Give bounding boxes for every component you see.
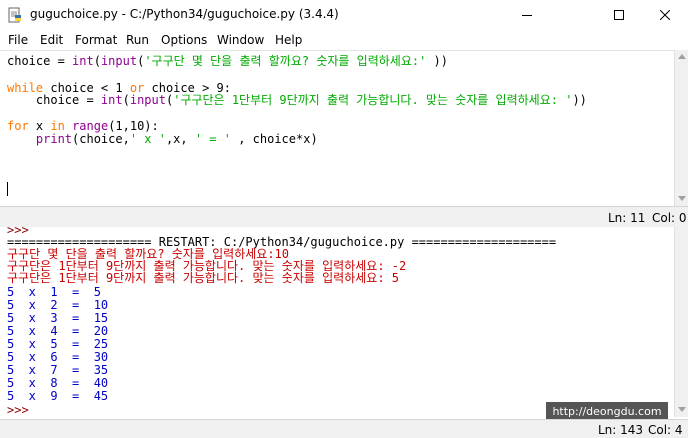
code-token: range xyxy=(72,119,109,133)
line-number: Ln: 143 xyxy=(598,423,644,437)
code-token: print xyxy=(35,132,73,146)
editor-scrollbar[interactable] xyxy=(674,50,688,206)
result-line: 5 x 9 = 45 xyxy=(7,389,109,403)
scroll-down-arrow-icon[interactable] xyxy=(678,196,686,201)
code-token: ( xyxy=(93,54,101,68)
menu-help[interactable]: Help xyxy=(275,33,302,47)
code-line-4: choice = int(input('구구단은 1단부터 9단까지 출력 가능… xyxy=(7,93,587,107)
code-token: ( xyxy=(122,93,130,107)
code-token: '구구단 몇 단을 출력 할까요? 숫자를 입력하세요:' xyxy=(144,54,427,68)
shell-scrollbar[interactable] xyxy=(674,227,688,417)
watermark: http://deongdu.com xyxy=(546,402,668,420)
code-token: int xyxy=(72,54,94,68)
shell-status-bar: Ln: 143 Col: 4 xyxy=(0,419,688,438)
python-file-icon xyxy=(7,7,23,23)
maximize-button[interactable] xyxy=(596,0,642,30)
code-line-7: print(choice,' x ',x, ' = ' , choice*x) xyxy=(7,132,318,146)
shell-prompt: >>> xyxy=(7,403,29,417)
code-token: ,x, xyxy=(165,132,195,146)
code-token: '구구단은 1단부터 9단까지 출력 가능합니다. 맞는 숫자를 입력하세요: … xyxy=(173,93,573,107)
shell-text: 구구단은 1단부터 9단까지 출력 가능합니다. 맞는 숫자를 입력하세요: 5 xyxy=(7,271,400,285)
code-token: for xyxy=(7,119,29,133)
menu-options[interactable]: Options xyxy=(161,33,207,47)
code-token: input xyxy=(129,93,166,107)
code-token: (1,10): xyxy=(108,119,159,133)
result-line: 5 x 1 = 5 xyxy=(7,285,101,299)
column-number: Col: 0 xyxy=(652,211,687,225)
result-line: 5 x 5 = 25 xyxy=(7,337,109,351)
code-token: choice = xyxy=(7,54,73,68)
text-cursor xyxy=(7,182,8,196)
code-token: choice = xyxy=(7,93,101,107)
result-line: 5 x 4 = 20 xyxy=(7,324,109,338)
minimize-button[interactable] xyxy=(504,0,550,30)
code-token: int xyxy=(100,93,123,107)
result-line: 5 x 6 = 30 xyxy=(7,350,109,364)
title-bar: guguchoice.py - C:/Python34/guguchoice.p… xyxy=(0,0,688,30)
shell-output[interactable]: >>> ==================== RESTART: C:/Pyt… xyxy=(0,224,674,417)
code-token: ' x ' xyxy=(129,132,166,146)
code-token: )) xyxy=(426,54,449,68)
code-token: input xyxy=(100,54,138,68)
column-number: Col: 4 xyxy=(648,423,683,437)
code-token: )) xyxy=(572,93,587,107)
result-line: 5 x 3 = 15 xyxy=(7,311,109,325)
code-line-1: choice = int(input('구구단 몇 단을 출력 할까요? 숫자를… xyxy=(7,54,448,68)
scroll-up-arrow-icon[interactable] xyxy=(678,54,686,59)
close-button[interactable] xyxy=(642,0,688,30)
menu-file[interactable]: File xyxy=(8,33,28,47)
code-line-6: for x in range(1,10): xyxy=(7,119,159,133)
menu-bar: File Edit Format Run Options Window Help xyxy=(0,30,688,50)
menu-window[interactable]: Window xyxy=(217,33,264,47)
shell-input-line: 구구단은 1단부터 9단까지 출력 가능합니다. 맞는 숫자를 입력하세요: 5 xyxy=(7,272,399,284)
code-token: ' = ' xyxy=(194,132,231,146)
editor-status-bar: Ln: 11 Col: 0 xyxy=(0,206,688,228)
code-editor[interactable]: choice = int(input('구구단 몇 단을 출력 할까요? 숫자를… xyxy=(0,50,674,207)
result-line: 5 x 2 = 10 xyxy=(7,298,109,312)
line-number: Ln: 11 xyxy=(608,211,646,225)
code-token: (choice, xyxy=(72,132,130,146)
window-title: guguchoice.py - C:/Python34/guguchoice.p… xyxy=(30,7,339,21)
code-token: , choice*x) xyxy=(230,132,318,146)
scroll-down-arrow-icon[interactable] xyxy=(678,407,686,412)
menu-run[interactable]: Run xyxy=(126,33,149,47)
code-token: x xyxy=(28,119,51,133)
menu-edit[interactable]: Edit xyxy=(40,33,63,47)
result-line: 5 x 8 = 40 xyxy=(7,376,109,390)
menu-format[interactable]: Format xyxy=(75,33,117,47)
code-token: in xyxy=(50,119,65,133)
result-line: 5 x 7 = 35 xyxy=(7,363,109,377)
